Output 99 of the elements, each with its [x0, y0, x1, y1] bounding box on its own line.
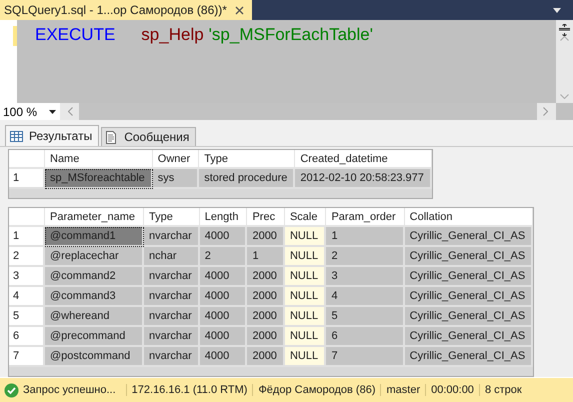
table-cell[interactable]: nvarchar [144, 287, 200, 307]
table-cell[interactable]: 1 [326, 227, 405, 247]
table-cell[interactable]: NULL [284, 287, 326, 307]
document-tab[interactable]: SQLQuery1.sql - 1...ор Самородов (86))* [0, 0, 252, 20]
row-count: 8 строк [478, 384, 527, 396]
vertical-scrollbar[interactable] [556, 20, 573, 103]
row-number[interactable]: 5 [9, 307, 45, 327]
scroll-left-icon[interactable] [68, 107, 73, 116]
row-number[interactable]: 1 [9, 227, 45, 247]
table-cell[interactable]: @command3 [45, 287, 144, 307]
table-cell[interactable]: 4 [326, 287, 405, 307]
column-header[interactable]: Length [200, 208, 248, 227]
code-token: EXECUTE [35, 25, 116, 46]
split-icon[interactable] [559, 24, 570, 36]
table-cell[interactable]: nvarchar [144, 347, 200, 367]
zoom-dropdown[interactable]: 100 % [0, 103, 60, 120]
table-cell[interactable]: NULL [284, 247, 326, 267]
table-cell[interactable]: 2000 [247, 327, 285, 347]
table-cell[interactable]: 2000 [247, 347, 285, 367]
column-header[interactable]: Prec [247, 208, 285, 227]
document-title: SQLQuery1.sql - 1...ор Самородов (86))* [4, 3, 227, 17]
table-cell[interactable]: nvarchar [144, 267, 200, 287]
column-header[interactable]: Type [144, 208, 200, 227]
database-name: master [380, 384, 426, 396]
table-cell[interactable]: NULL [284, 347, 326, 367]
table-cell[interactable]: 5 [326, 307, 405, 327]
table-cell[interactable]: @command2 [45, 267, 144, 287]
table-cell[interactable]: NULL [284, 267, 326, 287]
table-cell[interactable]: nvarchar [144, 307, 200, 327]
table-cell[interactable]: Cyrillic_General_CI_AS [404, 247, 534, 267]
table-cell[interactable]: Cyrillic_General_CI_AS [404, 267, 534, 287]
table-cell[interactable]: @precommand [45, 327, 144, 347]
table-cell[interactable]: 2000 [247, 267, 285, 287]
column-header[interactable]: Param_order [326, 208, 405, 227]
column-header[interactable]: Scale [284, 208, 326, 227]
row-number[interactable]: 3 [9, 267, 45, 287]
table-cell[interactable]: 2012-02-10 20:58:23.977 [295, 169, 432, 189]
table-cell[interactable]: NULL [284, 307, 326, 327]
table-cell[interactable]: 6 [326, 327, 405, 347]
table-cell[interactable]: 3 [326, 267, 405, 287]
table-cell[interactable]: NULL [284, 227, 326, 247]
column-header[interactable]: Name [45, 150, 153, 169]
table-cell[interactable]: 2000 [247, 227, 285, 247]
table-cell[interactable]: 4000 [200, 347, 248, 367]
row-number[interactable]: 7 [9, 347, 45, 367]
column-header[interactable]: Parameter_name [45, 208, 144, 227]
table-cell[interactable]: Cyrillic_General_CI_AS [404, 347, 534, 367]
success-check-icon [4, 382, 19, 398]
table-cell[interactable]: nvarchar [144, 327, 200, 347]
table-cell[interactable]: Cyrillic_General_CI_AS [404, 327, 534, 347]
code-token: 'sp_MSForEachTable' [208, 25, 373, 46]
scroll-right-icon[interactable] [543, 107, 548, 116]
scroll-down-icon[interactable] [560, 94, 569, 99]
table-cell[interactable]: nvarchar [144, 227, 200, 247]
elapsed-time: 00:00:00 [425, 384, 479, 396]
table-cell[interactable]: 4000 [200, 307, 248, 327]
table-cell[interactable]: 7 [326, 347, 405, 367]
row-number[interactable]: 1 [9, 169, 45, 189]
table-cell[interactable]: 2000 [247, 307, 285, 327]
table-cell[interactable]: 1 [247, 247, 285, 267]
table-cell[interactable]: sp_MSforeachtable [45, 169, 153, 189]
results-tab[interactable]: Сообщения [101, 127, 196, 146]
column-header[interactable]: Created_datetime [295, 150, 432, 169]
column-header[interactable]: Collation [404, 208, 534, 227]
table-cell[interactable]: @whereand [45, 307, 144, 327]
dropdown-arrow-icon[interactable] [553, 8, 561, 12]
status-message: Запрос успешно... [23, 384, 116, 396]
table-cell[interactable]: sys [152, 169, 200, 189]
server-info: 172.16.16.1 (11.0 RTM) [126, 384, 252, 396]
row-number[interactable]: 4 [9, 287, 45, 307]
table-cell[interactable]: 4000 [200, 287, 248, 307]
scrollbar-corner [556, 103, 573, 120]
row-number[interactable]: 2 [9, 247, 45, 267]
table-cell[interactable]: Cyrillic_General_CI_AS [404, 227, 534, 247]
row-number[interactable]: 6 [9, 327, 45, 347]
table-cell[interactable]: 4000 [200, 327, 248, 347]
column-header[interactable]: Owner [152, 150, 200, 169]
table-cell[interactable]: @replacechar [45, 247, 144, 267]
table-cell[interactable]: stored procedure [199, 169, 296, 189]
user-name: Фёдор Самородов (86) [252, 384, 380, 396]
table-cell[interactable]: Cyrillic_General_CI_AS [404, 287, 534, 307]
code-token: sp_Help [141, 25, 204, 46]
table-cell[interactable]: 4000 [200, 267, 248, 287]
table-cell[interactable]: nchar [144, 247, 200, 267]
table-cell[interactable]: @command1 [45, 227, 144, 247]
results-tab[interactable]: Результаты [5, 125, 100, 146]
table-cell[interactable]: 2 [200, 247, 248, 267]
table-cell[interactable]: 2000 [247, 287, 285, 307]
scroll-up-icon[interactable] [560, 36, 569, 41]
document-icon [106, 130, 118, 144]
table-cell[interactable]: 2 [326, 247, 405, 267]
close-icon[interactable] [234, 6, 244, 14]
table-cell[interactable]: NULL [284, 327, 326, 347]
column-header[interactable]: Type [199, 150, 296, 169]
table-cell[interactable]: 4000 [200, 227, 248, 247]
caret-icon [49, 110, 56, 114]
table-cell[interactable]: @postcommand [45, 347, 144, 367]
table-cell[interactable]: Cyrillic_General_CI_AS [404, 307, 534, 327]
grid-icon [10, 130, 23, 142]
